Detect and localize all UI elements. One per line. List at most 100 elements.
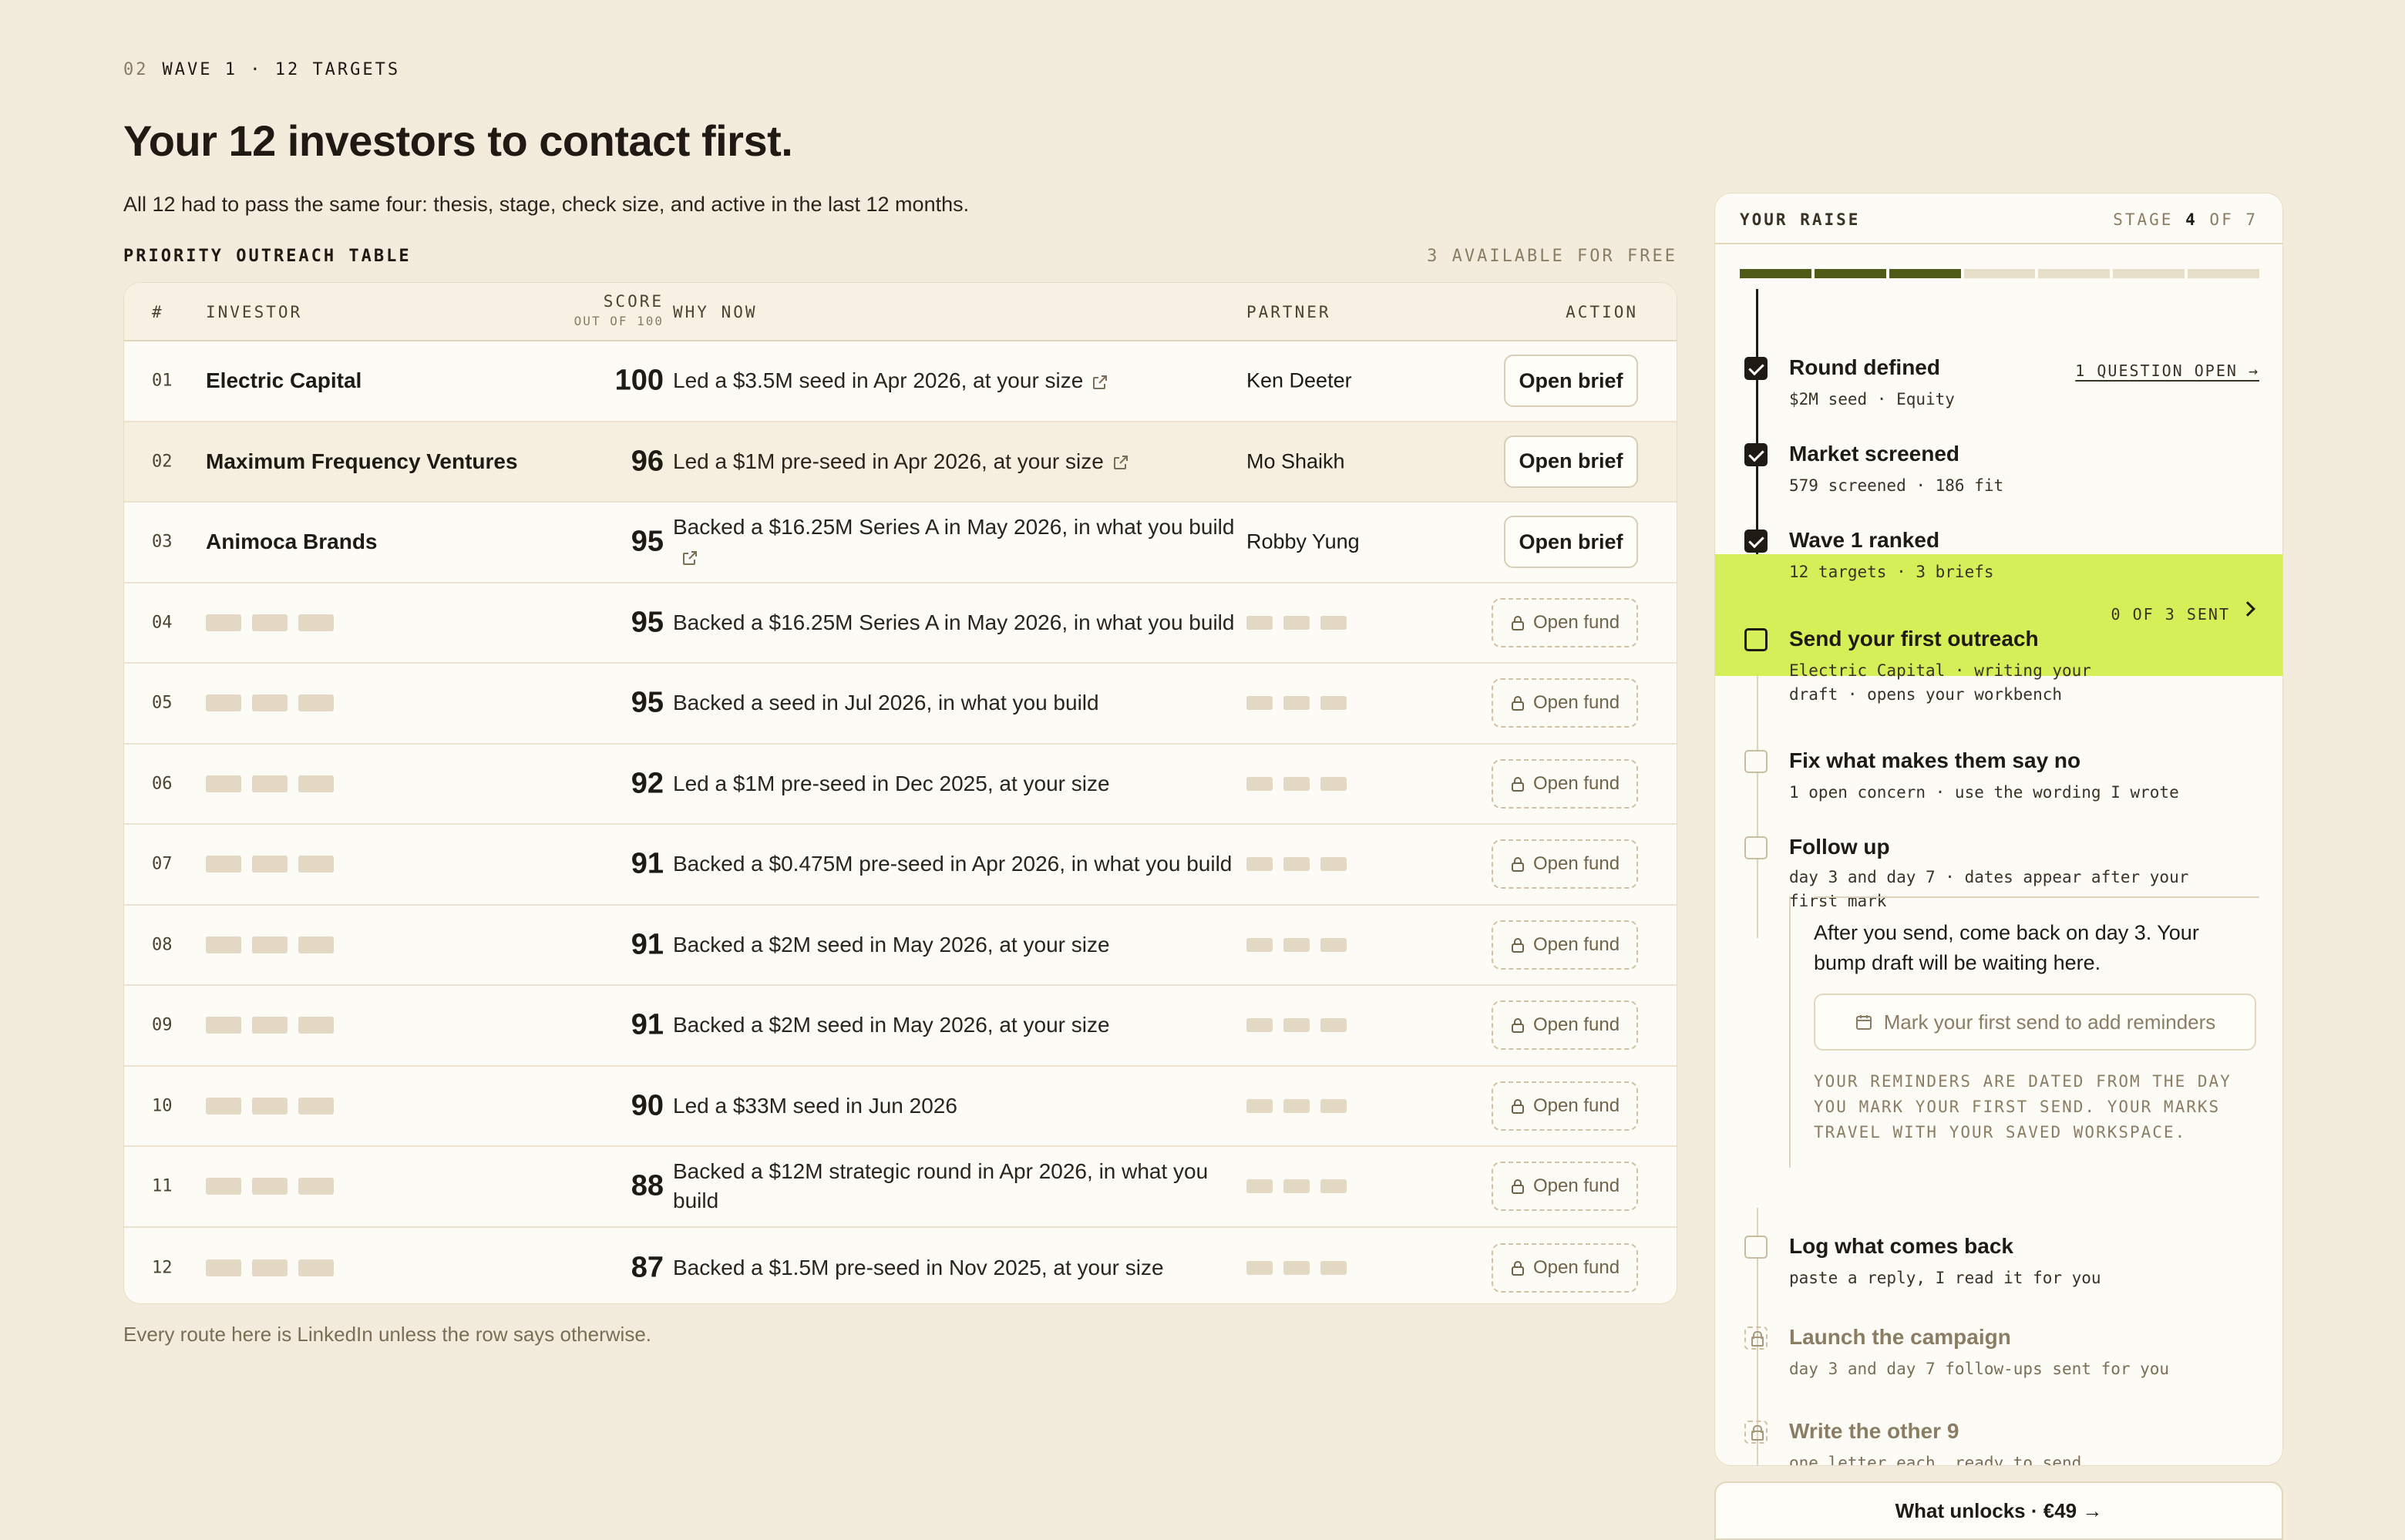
table-row[interactable]: 09 91 Backed a $2M seed in May 2026, at yo… bbox=[124, 986, 1677, 1067]
open-brief-button[interactable]: Open brief bbox=[1504, 435, 1638, 488]
col-why: WHY NOW bbox=[673, 303, 758, 321]
open-fund-label: Open fund bbox=[1532, 853, 1620, 875]
score-value: 91 bbox=[631, 928, 664, 961]
page-eyebrow: 02 WAVE 1 · 12 TARGETS bbox=[123, 60, 400, 79]
investor-name-hidden bbox=[206, 1259, 334, 1276]
table-row[interactable]: 01 Electric Capital 100 Led a $3.5M seed in… bbox=[124, 341, 1677, 422]
page-subtitle: All 12 had to pass the same four: thesis… bbox=[123, 193, 970, 216]
external-link-icon[interactable] bbox=[1091, 373, 1109, 392]
why-now-text: Led a $3.5M seed in Apr 2026, at your si… bbox=[673, 368, 1084, 393]
progress-segment bbox=[1963, 269, 2036, 278]
sent-count: 0 OF 3 SENT bbox=[2111, 605, 2230, 624]
progress-segment bbox=[2113, 269, 2185, 278]
checkbox-icon bbox=[1744, 1236, 1768, 1259]
step-title: Market screened bbox=[1789, 442, 1960, 466]
external-link-icon[interactable] bbox=[681, 549, 699, 567]
row-number: 01 bbox=[152, 371, 173, 391]
col-action: ACTION bbox=[1566, 303, 1638, 321]
table-row[interactable]: 05 95 Backed a seed in Jul 2026, in what y… bbox=[124, 664, 1677, 745]
why-now: Led a $1M pre-seed in Apr 2026, at your … bbox=[673, 447, 1243, 476]
open-fund-button[interactable]: Open fund bbox=[1492, 1242, 1638, 1293]
mark-first-send-button[interactable]: Mark your first send to add reminders bbox=[1814, 994, 2256, 1051]
partner-name-hidden bbox=[1246, 615, 1347, 630]
partner-name: Mo Shaikh bbox=[1246, 449, 1345, 473]
open-fund-label: Open fund bbox=[1532, 772, 1620, 794]
raise-panel: YOUR RAISE STAGE 4 OF 7 0 OF 3 SENT Roun… bbox=[1714, 193, 2283, 1466]
step-title: Send your first outreach bbox=[1789, 627, 2039, 651]
step-title: Write the other 9 bbox=[1789, 1419, 1959, 1443]
eyebrow-label: WAVE 1 · 12 TARGETS bbox=[162, 60, 401, 79]
lock-icon bbox=[1744, 1421, 1768, 1444]
open-fund-label: Open fund bbox=[1532, 611, 1620, 633]
reminder-note: YOUR REMINDERS ARE DATED FROM THE DAY YO… bbox=[1814, 1072, 2232, 1142]
table-header: # INVESTOR SCORE OUT OF 100 WHY NOW PART… bbox=[124, 283, 1677, 341]
page-title: Your 12 investors to contact first. bbox=[123, 116, 793, 165]
table-row[interactable]: 03 Animoca Brands 95 Backed a $16.25M Serie… bbox=[124, 503, 1677, 583]
table-row[interactable]: 04 95 Backed a $16.25M Series A in May 202… bbox=[124, 583, 1677, 664]
why-now-text: Backed a $1.5M pre-seed in Nov 2025, at … bbox=[673, 1255, 1164, 1279]
partner-name-hidden bbox=[1246, 696, 1347, 711]
external-link-icon[interactable] bbox=[1112, 453, 1130, 472]
step-title: Follow up bbox=[1789, 835, 1890, 859]
col-partner: PARTNER bbox=[1246, 303, 1331, 321]
why-now: Backed a $16.25M Series A in May 2026, i… bbox=[673, 513, 1243, 571]
progress-segment bbox=[1889, 269, 1961, 278]
what-unlocks-button[interactable]: What unlocks · €49 → bbox=[1714, 1481, 2283, 1540]
open-fund-button[interactable]: Open fund bbox=[1492, 678, 1638, 728]
score-value: 95 bbox=[631, 525, 664, 558]
row-number: 07 bbox=[152, 854, 173, 874]
outreach-table: # INVESTOR SCORE OUT OF 100 WHY NOW PART… bbox=[123, 282, 1677, 1304]
open-fund-button[interactable]: Open fund bbox=[1492, 920, 1638, 970]
col-score: SCORE OUT OF 100 bbox=[534, 292, 664, 328]
open-fund-label: Open fund bbox=[1532, 692, 1620, 714]
progress-segment bbox=[1740, 269, 1811, 278]
row-number: 06 bbox=[152, 774, 173, 794]
step-title: Wave 1 ranked bbox=[1789, 528, 1940, 552]
why-now-text: Backed a $16.25M Series A in May 2026, i… bbox=[673, 610, 1235, 634]
partner-name-hidden bbox=[1246, 1098, 1347, 1113]
table-label: PRIORITY OUTREACH TABLE bbox=[123, 247, 412, 266]
row-number: 03 bbox=[152, 532, 173, 552]
table-row[interactable]: 10 90 Led a $33M seed in Jun 2026 Open fund bbox=[124, 1067, 1677, 1147]
open-fund-button[interactable]: Open fund bbox=[1492, 1081, 1638, 1131]
score-value: 91 bbox=[631, 847, 664, 880]
table-footnote: Every route here is LinkedIn unless the … bbox=[123, 1323, 652, 1346]
why-now: Backed a $0.475M pre-seed in Apr 2026, i… bbox=[673, 849, 1243, 879]
score-value: 92 bbox=[631, 767, 664, 800]
follow-up-note: After you send, come back on day 3. Your… bbox=[1789, 896, 2259, 1168]
panel-title: YOUR RAISE bbox=[1740, 210, 1861, 229]
open-brief-button[interactable]: Open brief bbox=[1504, 355, 1638, 408]
open-brief-button[interactable]: Open brief bbox=[1504, 516, 1638, 569]
checkbox-icon bbox=[1744, 836, 1768, 859]
partner-name-hidden bbox=[1246, 1179, 1347, 1194]
open-fund-button[interactable]: Open fund bbox=[1492, 1000, 1638, 1051]
open-fund-label: Open fund bbox=[1532, 1094, 1620, 1116]
row-number: 12 bbox=[152, 1258, 173, 1278]
why-now-text: Backed a seed in Jul 2026, in what you b… bbox=[673, 691, 1099, 715]
question-open-link[interactable]: 1 QUESTION OPEN → bbox=[2075, 361, 2259, 380]
calendar-icon bbox=[1855, 1015, 1872, 1030]
why-now: Led a $33M seed in Jun 2026 bbox=[673, 1091, 1243, 1121]
open-fund-button[interactable]: Open fund bbox=[1492, 839, 1638, 889]
table-row[interactable]: 06 92 Led a $1M pre-seed in Dec 2025, at y… bbox=[124, 745, 1677, 825]
why-now-text: Led a $1M pre-seed in Apr 2026, at your … bbox=[673, 449, 1104, 473]
open-fund-button[interactable]: Open fund bbox=[1492, 758, 1638, 809]
open-fund-button[interactable]: Open fund bbox=[1492, 597, 1638, 647]
table-row[interactable]: 08 91 Backed a $2M seed in May 2026, at yo… bbox=[124, 906, 1677, 986]
table-row[interactable]: 12 87 Backed a $1.5M pre-seed in Nov 2025,… bbox=[124, 1228, 1677, 1304]
checkbox-checked-icon bbox=[1744, 530, 1768, 553]
score-value: 95 bbox=[631, 606, 664, 639]
investor-name: Maximum Frequency Ventures bbox=[206, 449, 518, 473]
why-now: Led a $3.5M seed in Apr 2026, at your si… bbox=[673, 366, 1243, 395]
progress-segment bbox=[2038, 269, 2111, 278]
why-now-text: Led a $33M seed in Jun 2026 bbox=[673, 1093, 957, 1118]
step-title: Log what comes back bbox=[1789, 1234, 2013, 1258]
table-row[interactable]: 11 88 Backed a $12M strategic round in Apr… bbox=[124, 1147, 1677, 1228]
checkbox-active-icon bbox=[1744, 628, 1768, 651]
open-fund-button[interactable]: Open fund bbox=[1492, 1162, 1638, 1212]
table-row[interactable]: 02 Maximum Frequency Ventures 96 Led a $1M … bbox=[124, 422, 1677, 503]
lock-icon bbox=[1511, 776, 1524, 792]
why-now-text: Backed a $2M seed in May 2026, at your s… bbox=[673, 932, 1110, 957]
table-row[interactable]: 07 91 Backed a $0.475M pre-seed in Apr 202… bbox=[124, 825, 1677, 906]
stage-current: 4 bbox=[2185, 210, 2198, 229]
